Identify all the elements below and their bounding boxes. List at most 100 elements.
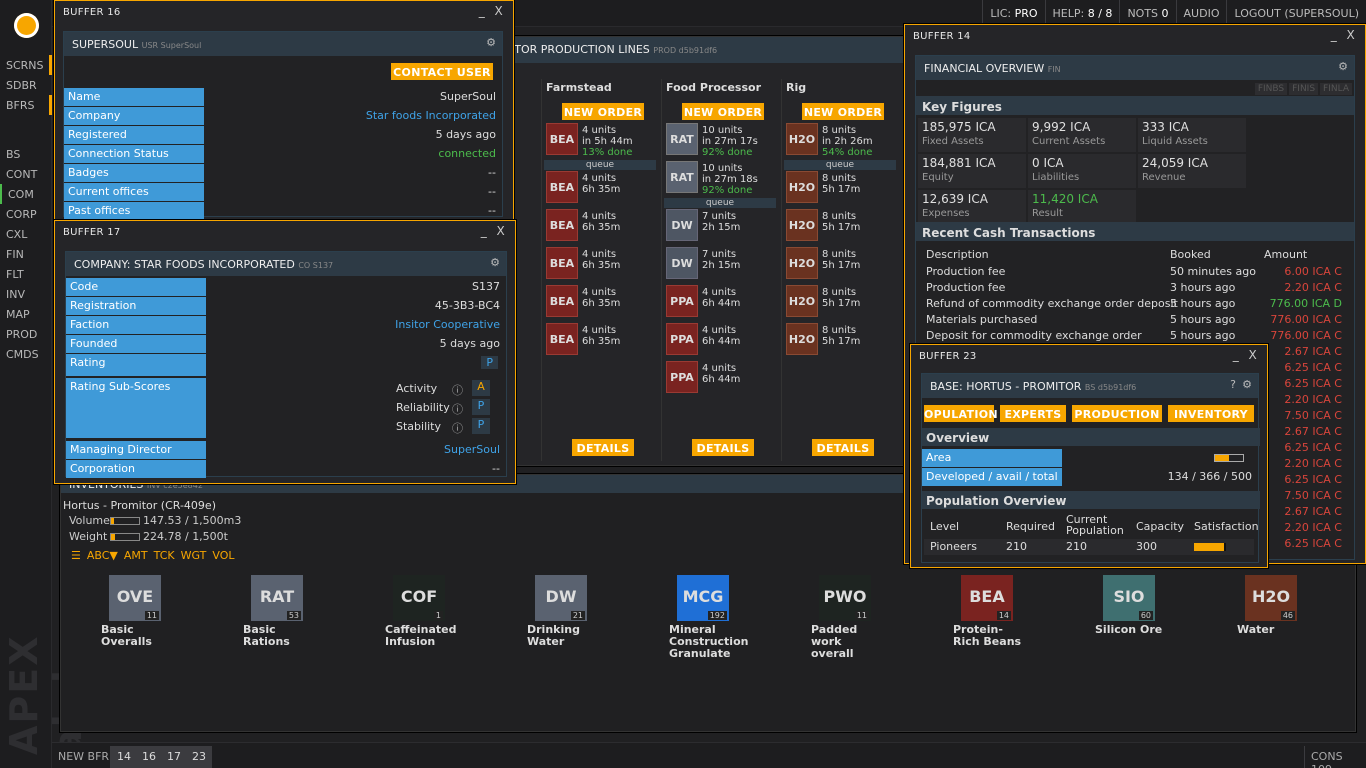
info-icon[interactable]: ⓘ (452, 401, 463, 417)
gear-icon[interactable]: ⚙ (1242, 378, 1252, 391)
tab-experts[interactable]: EXPERTS (1000, 405, 1066, 422)
info-icon[interactable]: ⓘ (452, 420, 463, 436)
minimize-icon[interactable]: _ (1233, 348, 1239, 362)
sidebar-item-flt[interactable]: FLT (0, 264, 52, 284)
material-tile[interactable]: PPA (666, 285, 698, 317)
minimize-icon[interactable]: _ (1331, 28, 1337, 42)
material-tile[interactable]: DW (666, 247, 698, 279)
sort-abc[interactable]: ABC▼ (87, 549, 118, 562)
close-icon[interactable]: X (1248, 348, 1257, 362)
material-tile[interactable]: PPA (666, 361, 698, 393)
close-icon[interactable]: X (494, 4, 503, 18)
sidebar-item-prod[interactable]: PROD (0, 324, 52, 344)
transaction-amount: 6.00 ICA C (1284, 265, 1342, 278)
new-order-button-rig[interactable]: NEW ORDER (802, 103, 884, 120)
new-order-button-farmstead[interactable]: NEW ORDER (562, 103, 644, 120)
new-order-button-food[interactable]: NEW ORDER (682, 103, 764, 120)
sort-tck[interactable]: TCK (154, 549, 175, 562)
buffer-23-header[interactable]: BUFFER 23 _ X (911, 345, 1267, 367)
inventory-item-tile[interactable]: RAT 53 (251, 575, 303, 621)
financial-title: FINANCIAL OVERVIEW (924, 62, 1045, 75)
sidebar-item-sdbr[interactable]: SDBR (0, 75, 52, 95)
contact-user-button[interactable]: CONTACT USER (391, 63, 493, 80)
material-name: Water (1237, 624, 1315, 636)
material-tile[interactable]: DW (666, 209, 698, 241)
inventory-item-tile[interactable]: PWO 11 (819, 575, 871, 621)
apex-logo-icon[interactable] (14, 13, 39, 38)
logout-button[interactable]: LOGOUT (SUPERSOUL) (1226, 0, 1366, 27)
sidebar-item-com[interactable]: COM (0, 184, 52, 204)
material-tile[interactable]: RAT (666, 123, 698, 155)
tab-finis[interactable]: FINIS (1289, 83, 1319, 95)
inventory-item-tile[interactable]: MCG 192 (677, 575, 729, 621)
sidebar-item-scrns[interactable]: SCRNS (0, 55, 52, 75)
minimize-icon[interactable]: _ (479, 4, 485, 18)
field-value[interactable]: Star foods Incorporated (366, 109, 496, 122)
sidebar-item-bs[interactable]: BS (0, 144, 52, 164)
material-tile[interactable]: H2O (786, 247, 818, 279)
managing-director-link[interactable]: SuperSoul (444, 443, 500, 456)
sidebar-item-bfrs[interactable]: BFRS (0, 95, 52, 115)
inventory-item-tile[interactable]: COF 1 (393, 575, 445, 621)
tab-population[interactable]: OPULATION (924, 405, 998, 422)
tab-inventory[interactable]: INVENTORY (1168, 405, 1254, 422)
inventory-item-tile[interactable]: BEA 14 (961, 575, 1013, 621)
sidebar-item-cxl[interactable]: CXL (0, 224, 52, 244)
sidebar-item-map[interactable]: MAP (0, 304, 52, 324)
sort-vol[interactable]: VOL (212, 549, 234, 562)
gear-icon[interactable]: ⚙ (1338, 60, 1348, 73)
help-indicator[interactable]: HELP: 8 / 8 (1044, 0, 1120, 27)
license-indicator[interactable]: LIC: PRO (982, 0, 1044, 27)
sidebar-item-cont[interactable]: CONT (0, 164, 52, 184)
notifications-indicator[interactable]: NOTS 0 (1119, 0, 1175, 27)
sidebar-item-corp[interactable]: CORP (0, 204, 52, 224)
audio-button[interactable]: AUDIO (1175, 0, 1227, 27)
material-tile[interactable]: BEA (546, 323, 578, 355)
material-tile[interactable]: PPA (666, 323, 698, 355)
inventory-item-tile[interactable]: H2O 46 (1245, 575, 1297, 621)
inventory-item-tile[interactable]: DW 21 (535, 575, 587, 621)
material-tile[interactable]: H2O (786, 323, 818, 355)
material-tile[interactable]: RAT (666, 161, 698, 193)
tab-production[interactable]: PRODUCTION (1072, 405, 1162, 422)
buffer-16-header[interactable]: BUFFER 16 _ X (55, 1, 513, 23)
buffer-tab-16[interactable]: 16 (135, 746, 162, 768)
close-icon[interactable]: X (496, 224, 505, 238)
buffer-tab-23[interactable]: 23 (185, 746, 212, 768)
help-icon[interactable]: ? (1230, 378, 1236, 391)
minimize-icon[interactable]: _ (481, 224, 487, 238)
buffer-14-header[interactable]: BUFFER 14 _ X (905, 25, 1365, 47)
inventory-item-tile[interactable]: SIO 60 (1103, 575, 1155, 621)
material-tile[interactable]: BEA (546, 209, 578, 241)
details-button-food[interactable]: DETAILS (692, 439, 754, 456)
sort-amt[interactable]: AMT (124, 549, 148, 562)
gear-icon[interactable]: ⚙ (490, 256, 500, 269)
material-tile[interactable]: H2O (786, 285, 818, 317)
material-tile[interactable]: H2O (786, 123, 818, 155)
buffer-tab-17[interactable]: 17 (160, 746, 187, 768)
console-indicator[interactable]: CONS 109 (1304, 746, 1366, 768)
tab-finla[interactable]: FINLA (1320, 83, 1352, 95)
gear-icon[interactable]: ⚙ (486, 36, 496, 49)
sidebar-item-inv[interactable]: INV (0, 284, 52, 304)
list-icon[interactable]: ☰ (71, 549, 81, 562)
info-icon[interactable]: ⓘ (452, 382, 463, 398)
details-button-rig[interactable]: DETAILS (812, 439, 874, 456)
material-tile[interactable]: BEA (546, 123, 578, 155)
material-tile[interactable]: H2O (786, 171, 818, 203)
material-tile[interactable]: BEA (546, 285, 578, 317)
sidebar-item-cmds[interactable]: CMDS (0, 344, 52, 364)
sort-wgt[interactable]: WGT (181, 549, 207, 562)
material-tile[interactable]: BEA (546, 171, 578, 203)
material-tile[interactable]: BEA (546, 247, 578, 279)
inventory-item-tile[interactable]: OVE 11 (109, 575, 161, 621)
material-tile[interactable]: H2O (786, 209, 818, 241)
sidebar-item-fin[interactable]: FIN (0, 244, 52, 264)
details-button-farmstead[interactable]: DETAILS (572, 439, 634, 456)
tab-finbs[interactable]: FINBS (1254, 83, 1288, 95)
buffer-17-header[interactable]: BUFFER 17 _ X (55, 221, 515, 243)
faction-link[interactable]: Insitor Cooperative (395, 318, 500, 331)
buffer-tab-14[interactable]: 14 (110, 746, 137, 768)
new-buffer-button[interactable]: NEW BFR (52, 746, 115, 768)
close-icon[interactable]: X (1346, 28, 1355, 42)
